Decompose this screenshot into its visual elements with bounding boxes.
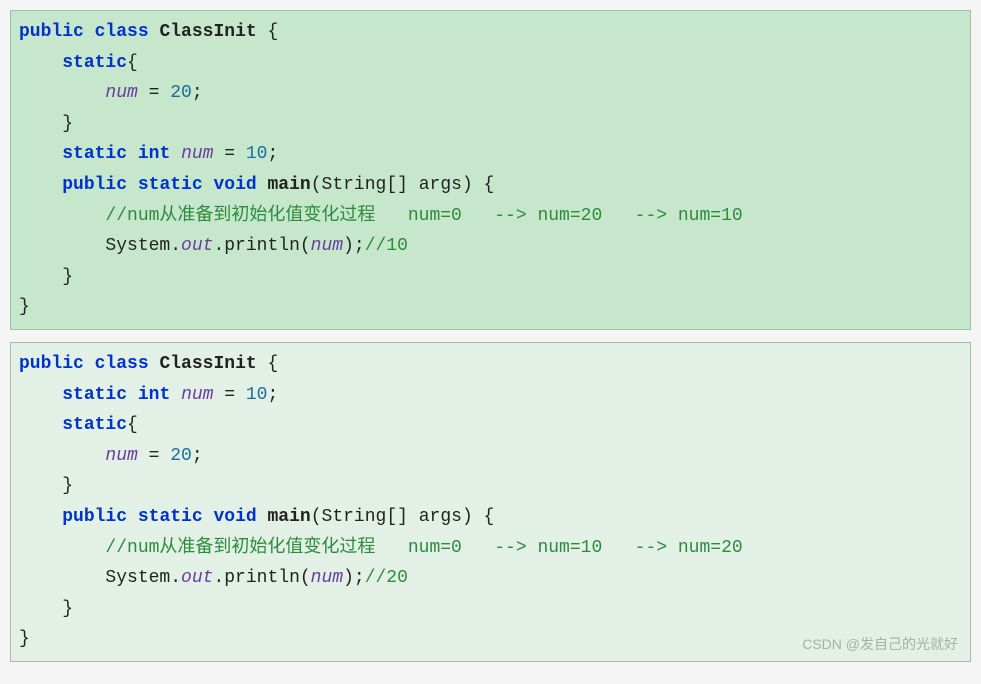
keyword-public: public	[62, 175, 127, 195]
println: .println(	[213, 568, 310, 588]
params: (String[] args) {	[311, 507, 495, 527]
brace: }	[62, 267, 73, 287]
keyword-public: public	[62, 507, 127, 527]
comment: //10	[365, 236, 408, 256]
system: System.	[105, 568, 181, 588]
method-main: main	[268, 175, 311, 195]
keyword-void: void	[213, 507, 256, 527]
keyword-static: static	[138, 507, 203, 527]
comment: //num从准备到初始化值变化过程 num=0 --> num=20 --> n…	[105, 206, 742, 226]
keyword-int: int	[138, 385, 170, 405]
semi: ;	[267, 385, 278, 405]
comment: //num从准备到初始化值变化过程 num=0 --> num=10 --> n…	[105, 538, 742, 558]
field-num: num	[105, 83, 137, 103]
number: 20	[170, 83, 192, 103]
brace: {	[127, 53, 138, 73]
keyword-static: static	[62, 415, 127, 435]
system: System.	[105, 236, 181, 256]
semi: ;	[267, 144, 278, 164]
method-main: main	[268, 507, 311, 527]
keyword-void: void	[213, 175, 256, 195]
brace: }	[62, 599, 73, 619]
field-num: num	[311, 568, 343, 588]
semi: ;	[192, 83, 203, 103]
field-num: num	[181, 144, 213, 164]
keyword-static: static	[62, 385, 127, 405]
brace: }	[62, 114, 73, 134]
keyword-public: public	[19, 354, 84, 374]
keyword-public: public	[19, 22, 84, 42]
keyword-static: static	[138, 175, 203, 195]
close: );	[343, 568, 365, 588]
brace: {	[257, 22, 279, 42]
code-block-2: public class ClassInit { static int num …	[10, 342, 971, 662]
eq: =	[213, 385, 245, 405]
field-num: num	[181, 385, 213, 405]
brace: }	[62, 476, 73, 496]
code-block-1: public class ClassInit { static{ num = 2…	[10, 10, 971, 330]
number: 10	[246, 144, 268, 164]
class-name: ClassInit	[159, 22, 256, 42]
keyword-static: static	[62, 144, 127, 164]
eq: =	[138, 446, 170, 466]
eq: =	[213, 144, 245, 164]
brace: {	[127, 415, 138, 435]
field-out: out	[181, 236, 213, 256]
keyword-int: int	[138, 144, 170, 164]
println: .println(	[213, 236, 310, 256]
number: 10	[246, 385, 268, 405]
field-num: num	[105, 446, 137, 466]
field-num: num	[311, 236, 343, 256]
comment: //20	[365, 568, 408, 588]
keyword-static: static	[62, 53, 127, 73]
keyword-class: class	[95, 22, 149, 42]
keyword-class: class	[95, 354, 149, 374]
params: (String[] args) {	[311, 175, 495, 195]
brace: }	[19, 629, 30, 649]
field-out: out	[181, 568, 213, 588]
brace: {	[257, 354, 279, 374]
code-container: public class ClassInit { static{ num = 2…	[10, 10, 971, 662]
close: );	[343, 236, 365, 256]
semi: ;	[192, 446, 203, 466]
class-name: ClassInit	[159, 354, 256, 374]
brace: }	[19, 297, 30, 317]
number: 20	[170, 446, 192, 466]
watermark: CSDN @发自己的光就好	[802, 633, 958, 657]
eq: =	[138, 83, 170, 103]
